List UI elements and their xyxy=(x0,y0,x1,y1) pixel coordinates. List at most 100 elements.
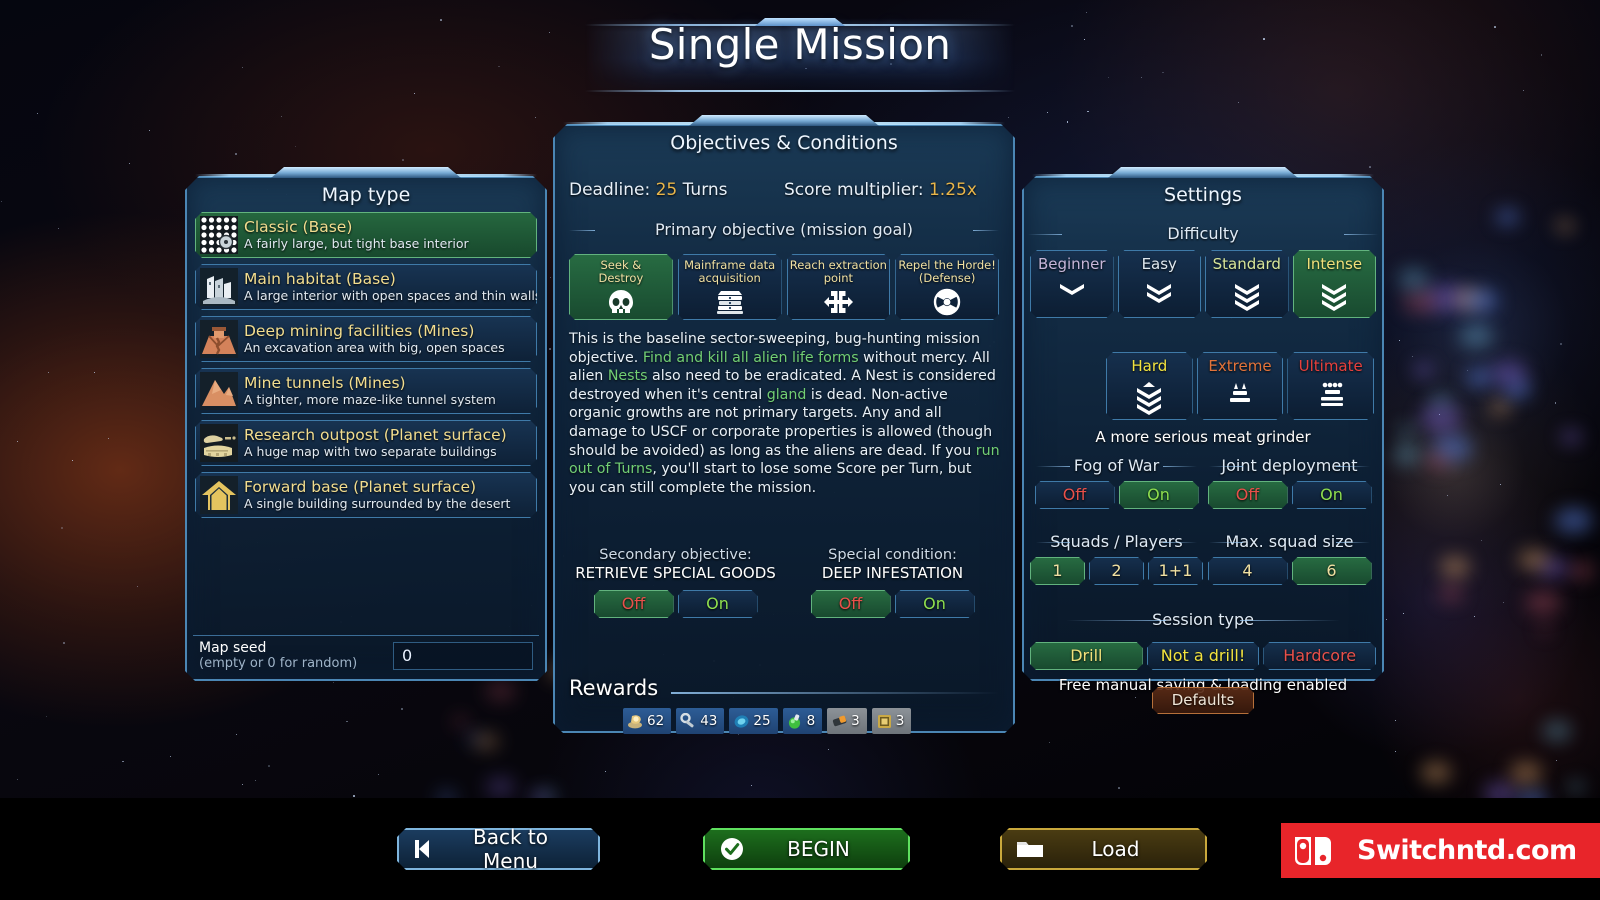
difficulty-option[interactable]: Hard xyxy=(1106,352,1193,420)
deadline-unit: Turns xyxy=(682,180,728,200)
map-type-item[interactable]: Deep mining facilities (Mines) An excavat… xyxy=(195,316,537,362)
joint-deployment-option-label: On xyxy=(1320,485,1343,504)
secondary-objective-group: Secondary objective: RETRIEVE SPECIAL GO… xyxy=(567,546,784,618)
objectives-panel-title: Objectives & Conditions xyxy=(670,132,898,154)
secondary-objective-option-label: On xyxy=(706,594,729,613)
joint-deployment-option[interactable]: On xyxy=(1292,481,1372,509)
nebula-blob xyxy=(1543,721,1571,741)
back-to-menu-button[interactable]: Back to Menu xyxy=(397,828,600,870)
map-seed-hint: (empty or 0 for random) xyxy=(199,656,358,671)
difficulty-option[interactable]: Intense xyxy=(1293,250,1377,318)
settings-panel: Settings Difficulty Beginner Easy Standard… xyxy=(1022,176,1384,694)
panel-tab-notch xyxy=(689,115,879,126)
difficulty-option[interactable]: Extreme xyxy=(1197,352,1284,420)
secondary-objective-option[interactable]: On xyxy=(678,590,758,618)
star xyxy=(402,158,405,161)
chevron-3-icon xyxy=(1317,277,1351,313)
squads-players-group: Squads / Players 1 2 1+1 xyxy=(1030,532,1203,585)
star xyxy=(1402,613,1404,614)
star xyxy=(1237,102,1239,103)
chevron-3-icon xyxy=(1230,277,1264,313)
fog-of-war-option-label: On xyxy=(1147,485,1170,504)
map-type-item[interactable]: Classic (Base) A fairly large, but tight … xyxy=(195,212,537,258)
primary-objective-option[interactable]: Repel the Horde! (Defense) xyxy=(895,254,999,320)
squads-size-row: Squads / Players 1 2 1+1 Max. squad size 4… xyxy=(1030,532,1376,585)
extraction-arrows-icon xyxy=(823,288,853,316)
star xyxy=(333,681,335,683)
back-to-menu-label: Back to Menu xyxy=(473,825,548,873)
joint-deployment-toggle: Off On xyxy=(1203,481,1376,509)
special-condition-option[interactable]: Off xyxy=(811,590,891,618)
defaults-button[interactable]: Defaults xyxy=(1152,687,1254,714)
squads-players-label: Squads / Players xyxy=(1030,532,1203,551)
nebula-blob xyxy=(1464,288,1498,313)
star xyxy=(169,755,172,757)
difficulty-option[interactable]: Standard xyxy=(1205,250,1289,318)
nebula-blob xyxy=(1401,288,1439,315)
map-seed-input[interactable]: 0 xyxy=(393,641,533,670)
star xyxy=(1394,751,1396,752)
secondary-objective-option[interactable]: Off xyxy=(594,590,674,618)
map-type-item[interactable]: Forward base (Planet surface) A single bu… xyxy=(195,472,537,518)
squads-players-option[interactable]: 2 xyxy=(1089,557,1144,585)
special-condition-name: DEEP INFESTATION xyxy=(821,564,964,582)
star xyxy=(1555,760,1557,762)
session-type-option[interactable]: Hardcore xyxy=(1263,642,1376,670)
star xyxy=(62,642,65,644)
map-type-name: Research outpost (Planet surface) xyxy=(244,426,507,444)
star xyxy=(236,734,238,736)
primary-objective-heading: Primary objective (mission goal) xyxy=(567,220,1001,239)
load-button[interactable]: Load xyxy=(1000,828,1207,870)
star xyxy=(549,277,551,279)
difficulty-option[interactable]: Ultimate xyxy=(1287,352,1374,420)
fog-of-war-label-text: Fog of War xyxy=(1073,456,1160,475)
begin-button[interactable]: BEGIN xyxy=(703,828,910,870)
star xyxy=(1162,71,1164,73)
star xyxy=(148,129,150,131)
star xyxy=(1008,116,1010,119)
difficulty-label-text: Difficulty xyxy=(1167,224,1239,243)
squads-players-option[interactable]: 1 xyxy=(1030,557,1085,585)
map-type-item[interactable]: Research outpost (Planet surface) A huge … xyxy=(195,420,537,466)
difficulty-option[interactable]: Easy xyxy=(1118,250,1202,318)
special-condition-option[interactable]: On xyxy=(895,590,975,618)
squads-players-option[interactable]: 1+1 xyxy=(1148,557,1203,585)
panel-tab-notch xyxy=(1108,167,1298,178)
star xyxy=(1049,741,1050,743)
map-type-item[interactable]: Main habitat (Base) A large interior with… xyxy=(195,264,537,310)
difficulty-option-label: Beginner xyxy=(1037,255,1106,273)
fog-of-war-option[interactable]: On xyxy=(1119,481,1199,509)
nebula-blob xyxy=(1425,452,1450,470)
primary-objective-option[interactable]: Reach extraction point xyxy=(787,254,891,320)
gold-crate-icon xyxy=(876,713,893,730)
map-type-item[interactable]: Mine tunnels (Mines) A tighter, more maze… xyxy=(195,368,537,414)
difficulty-label: Difficulty xyxy=(1022,224,1384,243)
deadline-label: Deadline: xyxy=(569,180,651,200)
objectives-panel: Objectives & Conditions Deadline: 25 Tur… xyxy=(553,124,1015,734)
objectives-panel-body: Deadline: 25 Turns Score multiplier: 1.2… xyxy=(553,158,1015,734)
session-type-option[interactable]: Not a drill! xyxy=(1147,642,1260,670)
joint-deployment-option[interactable]: Off xyxy=(1208,481,1288,509)
map-type-name: Forward base (Planet surface) xyxy=(244,478,477,496)
session-type-option[interactable]: Drill xyxy=(1030,642,1143,670)
star xyxy=(46,716,48,718)
star xyxy=(1066,121,1069,123)
chevron-2-icon xyxy=(1142,277,1176,313)
star xyxy=(122,760,125,763)
primary-objective-option[interactable]: Mainframe data acquisition xyxy=(678,254,782,320)
difficulty-option-label: Hard xyxy=(1131,357,1168,375)
session-type-selector: Drill Not a drill! Hardcore xyxy=(1030,642,1376,670)
squads-players-option-label: 1+1 xyxy=(1158,561,1193,580)
difficulty-option-label: Intense xyxy=(1306,255,1363,273)
nebula-blob xyxy=(1393,444,1423,465)
difficulty-description: A more serious meat grinder xyxy=(1095,428,1311,446)
star xyxy=(107,437,109,440)
primary-objective-option[interactable]: Seek & Destroy xyxy=(569,254,673,320)
max-squad-size-option[interactable]: 4 xyxy=(1208,557,1288,585)
nebula-blob xyxy=(474,732,499,750)
map-seed-label: Map seed (empty or 0 for random) xyxy=(199,640,393,671)
max-squad-size-option[interactable]: 6 xyxy=(1292,557,1372,585)
fog-of-war-option[interactable]: Off xyxy=(1035,481,1115,509)
grid-dots-icon xyxy=(200,216,238,254)
difficulty-option[interactable]: Beginner xyxy=(1030,250,1114,318)
